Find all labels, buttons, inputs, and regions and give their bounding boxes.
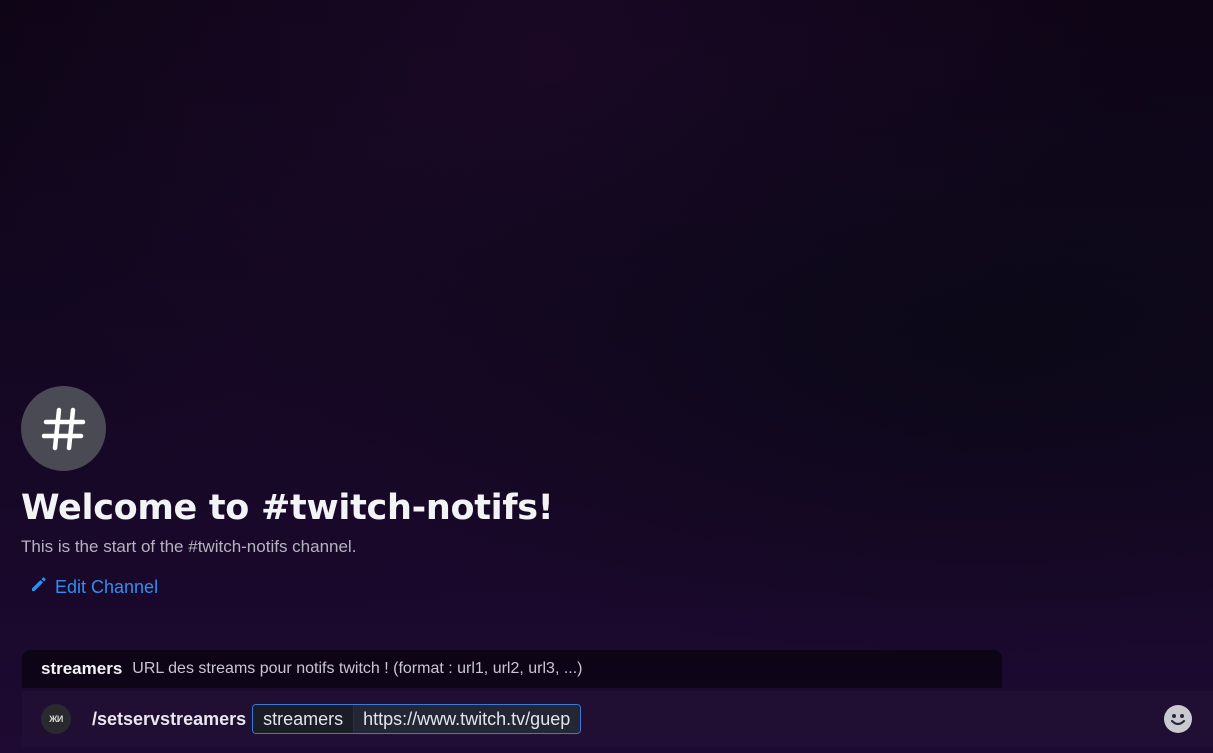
- option-hint-name: streamers: [41, 659, 123, 678]
- hash-icon: [39, 404, 89, 454]
- bot-avatar: ЖИ: [41, 704, 71, 734]
- edit-channel-label: Edit Channel: [55, 576, 159, 597]
- message-composer[interactable]: ЖИ /setservstreamers streamers https://w…: [22, 691, 1213, 747]
- edit-channel-link[interactable]: Edit Channel: [30, 576, 158, 598]
- welcome-title: Welcome to #twitch-notifs!: [21, 488, 554, 528]
- command-option-chip[interactable]: streamers https://www.twitch.tv/guep: [252, 704, 582, 734]
- smile-icon[interactable]: [1164, 705, 1192, 733]
- channel-avatar: [21, 386, 106, 471]
- slash-command-name: /setservstreamers: [92, 708, 247, 729]
- welcome-subtitle: This is the start of the #twitch-notifs …: [21, 537, 357, 556]
- command-option-hint: streamers URL des streams pour notifs tw…: [22, 650, 1002, 688]
- option-hint-description: URL des streams pour notifs twitch ! (fo…: [132, 660, 583, 677]
- channel-welcome: Welcome to #twitch-notifs! This is the s…: [21, 386, 921, 598]
- pencil-icon: [30, 576, 47, 598]
- option-value-input[interactable]: https://www.twitch.tv/guep: [354, 705, 581, 733]
- option-chip-name: streamers: [253, 705, 355, 733]
